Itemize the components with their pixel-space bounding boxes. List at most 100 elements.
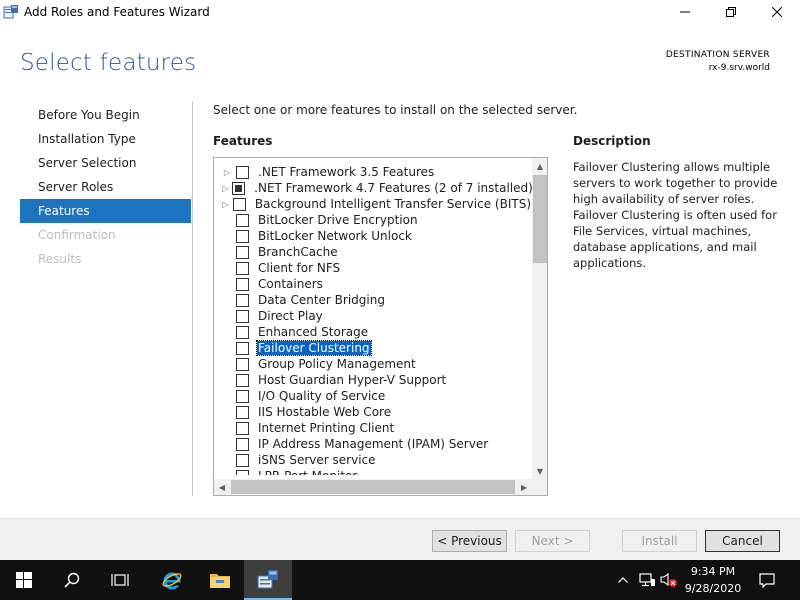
feature-label: Enhanced Storage — [258, 325, 369, 339]
feature-row[interactable]: ▷ Background Intelligent Transfer Service… — [214, 196, 532, 212]
file-explorer-icon — [210, 574, 230, 588]
nav-item-features[interactable]: Features — [20, 199, 191, 223]
search-button[interactable] — [48, 560, 96, 600]
feature-row[interactable]: ▷BitLocker Drive Encryption — [214, 212, 532, 228]
feature-checkbox[interactable] — [236, 437, 249, 451]
internet-explorer-button[interactable] — [148, 560, 196, 600]
feature-row[interactable]: ▷BranchCache — [214, 244, 532, 260]
feature-row[interactable]: ▷IP Address Management (IPAM) Server — [214, 436, 532, 452]
minimize-button[interactable] — [662, 0, 708, 24]
feature-row[interactable]: ▷Direct Play — [214, 308, 532, 324]
scroll-left-icon[interactable]: ◀ — [214, 479, 230, 495]
feature-row[interactable]: ▷Data Center Bridging — [214, 292, 532, 308]
feature-row[interactable]: ▷BitLocker Network Unlock — [214, 228, 532, 244]
vertical-scroll-thumb[interactable] — [533, 175, 547, 263]
network-button[interactable] — [636, 560, 658, 600]
task-view-button[interactable] — [96, 560, 144, 600]
feature-row[interactable]: ▷Internet Printing Client — [214, 420, 532, 436]
nav-item-before-you-begin[interactable]: Before You Begin — [20, 103, 191, 127]
feature-checkbox[interactable] — [236, 405, 249, 419]
feature-checkbox[interactable] — [236, 213, 249, 227]
feature-checkbox[interactable] — [236, 165, 249, 179]
horizontal-scroll-thumb[interactable] — [231, 480, 515, 494]
feature-label: LPR Port Monitor — [257, 469, 358, 475]
feature-checkbox[interactable] — [236, 309, 249, 323]
file-explorer-button[interactable] — [196, 560, 244, 600]
feature-checkbox[interactable] — [232, 181, 246, 195]
start-button[interactable] — [0, 560, 48, 600]
server-manager-app-icon — [3, 4, 19, 20]
feature-checkbox[interactable] — [236, 341, 249, 355]
feature-label: I/O Quality of Service — [258, 389, 386, 403]
feature-checkbox[interactable] — [236, 229, 249, 243]
cancel-button[interactable]: Cancel — [705, 530, 780, 552]
feature-label: Data Center Bridging — [258, 293, 385, 307]
nav-item-server-selection[interactable]: Server Selection — [20, 151, 191, 175]
feature-row[interactable]: ▷IIS Hostable Web Core — [214, 404, 532, 420]
feature-label: BitLocker Drive Encryption — [258, 213, 418, 227]
feature-row[interactable]: ▷I/O Quality of Service — [214, 388, 532, 404]
feature-checkbox[interactable] — [236, 293, 249, 307]
volume-button[interactable] — [658, 560, 680, 600]
scroll-down-icon[interactable]: ▼ — [532, 463, 547, 479]
feature-row[interactable]: ▷LPR Port Monitor — [214, 468, 532, 475]
search-icon — [64, 572, 80, 588]
nav-item-installation-type[interactable]: Installation Type — [20, 127, 191, 151]
feature-label: BranchCache — [258, 245, 338, 259]
feature-checkbox[interactable] — [236, 261, 249, 275]
taskbar-clock[interactable]: 9:34 PM 9/28/2020 — [678, 563, 748, 597]
scroll-right-icon[interactable]: ▶ — [516, 479, 532, 495]
features-heading: Features — [213, 134, 273, 148]
feature-checkbox[interactable] — [236, 357, 249, 371]
maximize-button[interactable] — [708, 0, 754, 24]
feature-label: Group Policy Management — [258, 357, 416, 371]
description-heading: Description — [573, 134, 651, 148]
feature-row[interactable]: ▷Host Guardian Hyper-V Support — [214, 372, 532, 388]
feature-row[interactable]: ▷Containers — [214, 276, 532, 292]
feature-label: .NET Framework 4.7 Features (2 of 7 inst… — [254, 181, 532, 195]
feature-row[interactable]: ▷ .NET Framework 3.5 Features — [214, 164, 532, 180]
expand-arrow-icon[interactable]: ▷ — [222, 168, 232, 177]
previous-button[interactable]: < Previous — [432, 530, 507, 552]
feature-label: Internet Printing Client — [258, 421, 395, 435]
feature-checkbox[interactable] — [236, 389, 249, 403]
feature-checkbox[interactable] — [232, 197, 246, 211]
feature-row[interactable]: ▷ .NET Framework 4.7 Features (2 of 7 ins… — [214, 180, 532, 196]
feature-row[interactable]: ▷Enhanced Storage — [214, 324, 532, 340]
feature-checkbox[interactable] — [236, 325, 249, 339]
features-list[interactable]: ▷ .NET Framework 3.5 Features ▷ .NET Framew… — [213, 157, 548, 496]
feature-label: Client for NFS — [258, 261, 341, 275]
close-icon — [772, 7, 782, 17]
feature-row[interactable]: ▷Failover Clustering — [214, 340, 532, 356]
vertical-scrollbar[interactable]: ▲ ▼ — [532, 158, 547, 479]
install-button[interactable]: Install — [622, 530, 697, 552]
title-bar[interactable]: Add Roles and Features Wizard — [0, 0, 800, 24]
nav-item-server-roles[interactable]: Server Roles — [20, 175, 191, 199]
feature-checkbox[interactable] — [236, 245, 249, 259]
feature-checkbox[interactable] — [236, 421, 249, 435]
feature-row[interactable]: ▷iSNS Server service — [214, 452, 532, 468]
feature-label: Background Intelligent Transfer Service … — [254, 197, 531, 211]
wizard-nav: Before You Begin Installation Type Serve… — [20, 103, 191, 271]
feature-row[interactable]: ▷Group Policy Management — [214, 356, 532, 372]
feature-label: iSNS Server service — [258, 453, 376, 467]
windows-start-icon — [16, 572, 32, 588]
scroll-up-icon[interactable]: ▲ — [532, 158, 547, 174]
feature-checkbox[interactable] — [236, 453, 249, 467]
destination-server-name: rx-9.srv.world — [708, 63, 770, 73]
horizontal-scrollbar[interactable]: ◀ ▶ — [214, 479, 532, 495]
feature-checkbox[interactable] — [236, 277, 249, 291]
server-manager-taskbar-button[interactable] — [244, 560, 292, 600]
expand-arrow-icon[interactable]: ▷ — [222, 200, 229, 209]
feature-row[interactable]: ▷Client for NFS — [214, 260, 532, 276]
close-button[interactable] — [754, 0, 800, 24]
page-title: Select features — [20, 50, 197, 76]
expand-arrow-icon[interactable]: ▷ — [222, 184, 228, 193]
chevron-up-icon — [618, 577, 628, 583]
action-center-button[interactable] — [752, 560, 782, 600]
feature-label: BitLocker Network Unlock — [258, 229, 412, 243]
next-button[interactable]: Next > — [515, 530, 590, 552]
show-hidden-icons-button[interactable] — [614, 560, 632, 600]
feature-checkbox[interactable] — [236, 469, 249, 475]
feature-checkbox[interactable] — [236, 373, 249, 387]
